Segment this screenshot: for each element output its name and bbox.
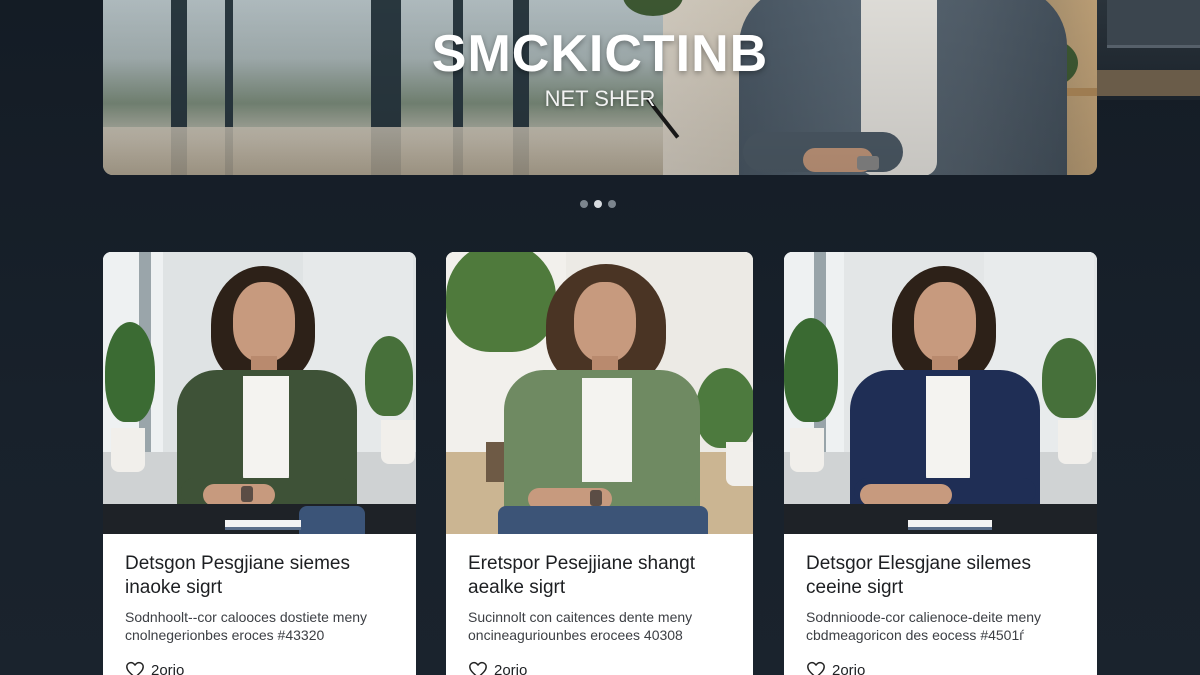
- like-count: 2orio: [494, 661, 528, 675]
- heart-icon[interactable]: [806, 661, 826, 675]
- card-body: Eretspor Pesejjiane shangt aealke sigrt …: [446, 534, 753, 675]
- card-description: Sodnnioode-cor calienoce-deite meny cbdm…: [806, 609, 1042, 643]
- card-description: Sodnhoolt--cor calooces dostiete meny cn…: [125, 609, 368, 643]
- carousel-dot-3[interactable]: [608, 200, 616, 208]
- carousel-dots: [580, 200, 616, 208]
- carousel-dot-2[interactable]: [594, 200, 602, 208]
- page: SMCKICTINB NET SHER Detsgon Pesgjiane si…: [0, 0, 1200, 675]
- like-count: 2orio: [832, 661, 866, 675]
- carousel-dot-1[interactable]: [580, 200, 588, 208]
- notebook: [225, 520, 301, 530]
- profile-card-1[interactable]: Detsgon Pesgjiane siemes inaoke sigrt So…: [103, 252, 416, 675]
- card-description: Sucinnolt con caitences dente meny oncin…: [468, 609, 693, 643]
- hero-title: SMCKICTINB: [431, 25, 769, 83]
- portrait: [446, 252, 753, 534]
- watch-icon: [241, 486, 253, 502]
- profile-card-2[interactable]: Eretspor Pesejjiane shangt aealke sigrt …: [446, 252, 753, 675]
- card-title[interactable]: Eretspor Pesejjiane shangt aealke sigrt: [468, 552, 731, 600]
- hero-subtitle: NET SHER: [544, 86, 656, 111]
- heart-icon[interactable]: [468, 661, 488, 675]
- portrait: [784, 252, 1097, 534]
- card-title[interactable]: Detsgor Elesgjane silemes ceeine sigrt: [806, 552, 1075, 600]
- card-photo[interactable]: [784, 252, 1097, 534]
- card-photo[interactable]: [103, 252, 416, 534]
- like-count: 2orio: [151, 661, 185, 675]
- like-button[interactable]: 2orio: [806, 661, 1075, 675]
- watch-icon: [590, 490, 602, 506]
- card-photo[interactable]: [446, 252, 753, 534]
- notebook: [908, 520, 992, 530]
- card-body: Detsgor Elesgjane silemes ceeine sigrt S…: [784, 534, 1097, 675]
- portrait: [103, 252, 416, 534]
- card-body: Detsgon Pesgjiane siemes inaoke sigrt So…: [103, 534, 416, 675]
- card-title[interactable]: Detsgon Pesgjiane siemes inaoke sigrt: [125, 552, 394, 600]
- profile-card-3[interactable]: Detsgor Elesgjane silemes ceeine sigrt S…: [784, 252, 1097, 675]
- like-button[interactable]: 2orio: [125, 661, 394, 675]
- heart-icon[interactable]: [125, 661, 145, 675]
- like-button[interactable]: 2orio: [468, 661, 731, 675]
